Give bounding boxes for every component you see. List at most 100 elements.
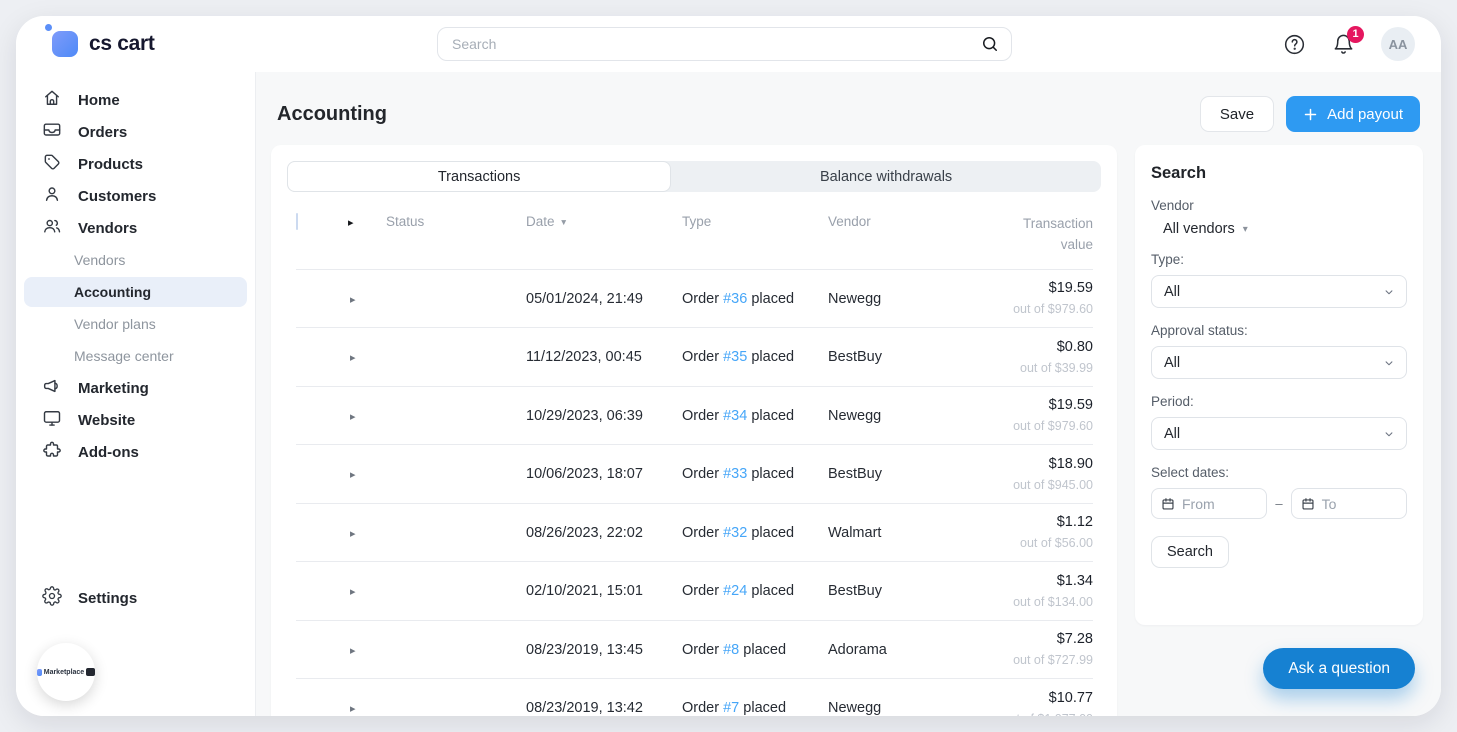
global-search: [437, 27, 1012, 61]
sidebar-item-products[interactable]: Products: [16, 148, 255, 180]
notification-count-badge: 1: [1347, 26, 1364, 43]
row-transaction-value: $19.59 out of $979.60: [974, 395, 1093, 436]
global-search-input[interactable]: [437, 27, 1012, 61]
row-date: 05/01/2024, 21:49: [526, 291, 682, 307]
approval-status-label: Approval status:: [1151, 323, 1407, 338]
search-submit-button[interactable]: Search: [1151, 536, 1229, 568]
row-expander-icon[interactable]: ▸: [348, 703, 356, 715]
sidebar-item-label: Orders: [78, 124, 127, 141]
row-transaction-value: $1.34 out of $134.00: [974, 571, 1093, 612]
topbar-actions: 1 AA: [1283, 27, 1415, 61]
tab-balance-withdrawals[interactable]: Balance withdrawals: [671, 161, 1101, 192]
calendar-icon: [1301, 497, 1315, 511]
sidebar-item-label: Products: [78, 156, 143, 173]
search-icon[interactable]: [980, 34, 1000, 59]
order-link[interactable]: #7: [723, 700, 739, 716]
select-dates-label: Select dates:: [1151, 465, 1407, 480]
row-expander-icon[interactable]: ▸: [348, 645, 356, 657]
sidebar-item-home[interactable]: Home: [16, 84, 255, 116]
website-monitor-icon: [42, 408, 62, 432]
app-window: cs cart 1 AA Home: [16, 16, 1441, 716]
column-header-status[interactable]: Status: [386, 214, 526, 229]
period-label: Period:: [1151, 394, 1407, 409]
table-row: ▸ 05/01/2024, 21:49 Order #36 placed New…: [296, 269, 1093, 328]
column-header-date[interactable]: Date▼: [526, 214, 682, 229]
row-type: Order #32 placed: [682, 525, 828, 541]
row-transaction-value: $18.90 out of $945.00: [974, 454, 1093, 495]
tab-transactions[interactable]: Transactions: [287, 161, 671, 192]
row-type: Order #7 placed: [682, 700, 828, 716]
sidebar-item-marketing[interactable]: Marketing: [16, 372, 255, 404]
column-header-transaction-value[interactable]: Transaction value: [999, 214, 1093, 256]
row-vendor: BestBuy: [828, 466, 974, 482]
cs-cart-logo[interactable]: cs cart: [52, 31, 155, 57]
transactions-card: Transactions Balance withdrawals ▸ Statu…: [271, 145, 1117, 716]
sidebar-subitem-vendor-plans[interactable]: Vendor plans: [16, 308, 255, 340]
ask-a-question-button[interactable]: Ask a question: [1263, 648, 1415, 689]
add-payout-button[interactable]: Add payout: [1286, 96, 1420, 132]
sidebar-subitem-vendors[interactable]: Vendors: [16, 244, 255, 276]
column-header-type[interactable]: Type: [682, 214, 828, 229]
type-label: Type:: [1151, 252, 1407, 267]
column-header-vendor[interactable]: Vendor: [828, 214, 974, 229]
row-transaction-value: $0.80 out of $39.99: [974, 337, 1093, 378]
page-title: Accounting: [277, 103, 387, 126]
row-expander-icon[interactable]: ▸: [348, 411, 356, 423]
row-expander-icon[interactable]: ▸: [348, 352, 356, 364]
table-header: ▸ Status Date▼ Type Vendor Transaction v…: [296, 192, 1093, 269]
row-date: 11/12/2023, 00:45: [526, 349, 682, 365]
sidebar-subitem-accounting[interactable]: Accounting: [24, 277, 247, 307]
row-expander-icon[interactable]: ▸: [348, 586, 356, 598]
help-icon[interactable]: [1283, 33, 1306, 56]
sidebar-item-website[interactable]: Website: [16, 404, 255, 436]
type-select[interactable]: All: [1151, 275, 1407, 308]
date-range-dash: –: [1275, 496, 1282, 511]
sidebar-item-add-ons[interactable]: Add-ons: [16, 436, 255, 468]
select-all-checkbox[interactable]: [296, 213, 298, 230]
row-vendor: BestBuy: [828, 349, 974, 365]
order-link[interactable]: #24: [723, 583, 747, 599]
avatar[interactable]: AA: [1381, 27, 1415, 61]
order-link[interactable]: #32: [723, 525, 747, 541]
topbar: cs cart 1 AA: [16, 16, 1441, 72]
row-date: 08/23/2019, 13:45: [526, 642, 682, 658]
sidebar-item-vendors[interactable]: Vendors: [16, 212, 255, 244]
sort-desc-icon: ▼: [560, 217, 568, 227]
date-to-input[interactable]: To: [1291, 488, 1407, 519]
sidebar-item-orders[interactable]: Orders: [16, 116, 255, 148]
save-button[interactable]: Save: [1200, 96, 1274, 132]
order-link[interactable]: #35: [723, 349, 747, 365]
row-type: Order #8 placed: [682, 642, 828, 658]
row-expander-icon[interactable]: ▸: [348, 294, 356, 306]
row-expander-icon[interactable]: ▸: [348, 469, 356, 481]
row-type: Order #35 placed: [682, 349, 828, 365]
row-expander-icon[interactable]: ▸: [348, 528, 356, 540]
row-date: 10/06/2023, 18:07: [526, 466, 682, 482]
sidebar-subitem-message-center[interactable]: Message center: [16, 340, 255, 372]
date-from-input[interactable]: From: [1151, 488, 1267, 519]
expand-all-icon[interactable]: ▸: [348, 217, 354, 229]
tabs: Transactions Balance withdrawals: [287, 161, 1101, 192]
notifications-bell-icon[interactable]: 1: [1332, 33, 1355, 56]
order-link[interactable]: #8: [723, 642, 739, 658]
vendors-icon: [42, 216, 62, 240]
sidebar-item-label: Settings: [78, 590, 137, 607]
sidebar-item-settings[interactable]: Settings: [16, 582, 281, 614]
marketplace-badge[interactable]: Marketplace: [37, 643, 95, 701]
row-vendor: Newegg: [828, 700, 974, 716]
marketing-megaphone-icon: [42, 376, 62, 400]
table-row: ▸ 11/12/2023, 00:45 Order #35 placed Bes…: [296, 327, 1093, 386]
sidebar-item-customers[interactable]: Customers: [16, 180, 255, 212]
home-icon: [42, 88, 62, 112]
order-link[interactable]: #33: [723, 466, 747, 482]
vendor-dropdown[interactable]: All vendors ▾: [1151, 221, 1407, 237]
order-link[interactable]: #36: [723, 291, 747, 307]
period-select[interactable]: All: [1151, 417, 1407, 450]
order-link[interactable]: #34: [723, 408, 747, 424]
chevron-down-icon: [1382, 427, 1396, 441]
row-vendor: Newegg: [828, 408, 974, 424]
add-ons-puzzle-icon: [42, 440, 62, 464]
approval-status-select[interactable]: All: [1151, 346, 1407, 379]
table-row: ▸ 02/10/2021, 15:01 Order #24 placed Bes…: [296, 561, 1093, 620]
search-panel-title: Search: [1151, 164, 1407, 183]
